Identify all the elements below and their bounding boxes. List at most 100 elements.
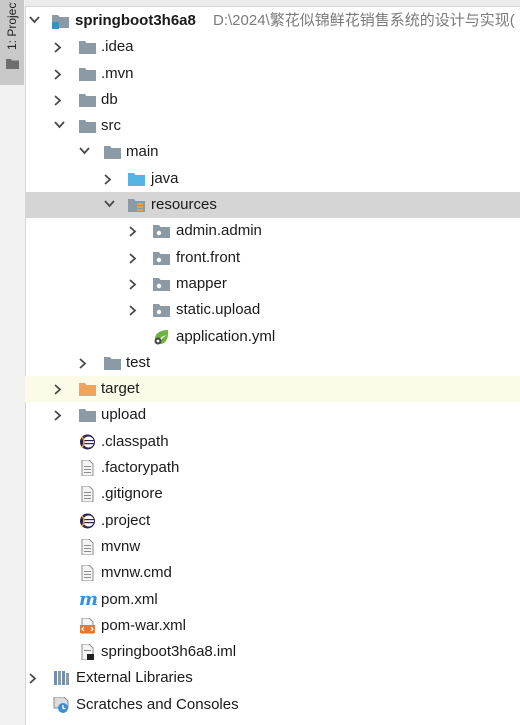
tree-item-label: static.upload: [176, 301, 261, 319]
iml-file-icon: [81, 644, 94, 661]
resources-folder-icon: [128, 199, 145, 213]
tree-row[interactable]: java: [25, 166, 520, 192]
tree-row[interactable]: mvnw.cmd: [25, 560, 520, 586]
tree-row[interactable]: front.front: [25, 245, 520, 271]
folder-icon: [79, 41, 96, 55]
tree-item-label: .project: [101, 511, 151, 529]
source-folder-icon: [128, 172, 145, 186]
text-file-icon: [81, 486, 94, 503]
package-folder-icon: [153, 251, 170, 265]
tree-row[interactable]: mvnw: [25, 534, 520, 560]
tree-item-label: mvnw: [101, 537, 141, 555]
tree-item-label: pom-war.xml: [101, 616, 187, 634]
tree-item-label: front.front: [176, 248, 241, 266]
tree-item-label: .mvn: [101, 64, 134, 82]
tree-row[interactable]: pom-war.xml: [25, 613, 520, 639]
chevron-right-icon[interactable]: [52, 87, 66, 113]
tree-item-label: upload: [101, 406, 147, 424]
spring-config-icon: [154, 329, 169, 345]
scratches-icon: [53, 696, 69, 713]
tree-row-external-libraries[interactable]: External Libraries: [25, 665, 520, 691]
excluded-folder-icon: [79, 383, 96, 397]
chevron-right-icon[interactable]: [27, 665, 41, 691]
package-folder-icon: [153, 277, 170, 291]
tree-row-selected[interactable]: resources: [25, 192, 520, 219]
maven-icon: m: [79, 588, 99, 610]
tree-row[interactable]: src: [25, 113, 520, 139]
tree-item-label: .factorypath: [101, 459, 180, 477]
chevron-down-icon[interactable]: [77, 139, 91, 165]
tree-item-label: .classpath: [101, 432, 169, 450]
project-path: D:\2024\繁花似锦鲜花销售系统的设计与实现(: [213, 12, 515, 29]
folder-icon: [79, 67, 96, 81]
chevron-right-icon[interactable]: [52, 61, 66, 87]
folder-icon: [6, 59, 19, 69]
tree-item-label: admin.admin: [176, 222, 262, 240]
tree-row[interactable]: mapper: [25, 271, 520, 297]
tree-row[interactable]: .mvn: [25, 61, 520, 87]
folder-icon: [79, 120, 96, 134]
project-tree: springboot3h6a8 D:\2024\繁花似锦鲜花销售系统的设计与实现…: [25, 8, 520, 718]
tree-item-label: db: [101, 90, 118, 108]
chevron-right-icon[interactable]: [127, 271, 141, 297]
tree-row[interactable]: .idea: [25, 34, 520, 60]
tree-row[interactable]: application.yml: [25, 324, 520, 350]
tree-row-project-root[interactable]: springboot3h6a8 D:\2024\繁花似锦鲜花销售系统的设计与实现…: [25, 8, 520, 34]
tree-item-label: resources: [151, 196, 217, 214]
tree-item-label: .idea: [101, 38, 134, 56]
tree-item-label: main: [126, 143, 159, 161]
library-icon: [54, 671, 69, 686]
eclipse-icon: [80, 513, 95, 529]
chevron-right-icon[interactable]: [52, 402, 66, 428]
tree-row[interactable]: .gitignore: [25, 481, 520, 507]
eclipse-icon: [80, 434, 95, 450]
text-file-icon: [81, 538, 94, 555]
tree-item-label: mvnw.cmd: [101, 564, 172, 582]
tree-item-label: .gitignore: [101, 485, 163, 503]
chevron-right-icon[interactable]: [52, 34, 66, 60]
xml-file-icon: [80, 617, 95, 634]
package-folder-icon: [153, 304, 170, 318]
chevron-down-icon[interactable]: [27, 8, 41, 34]
chevron-down-icon[interactable]: [52, 113, 66, 139]
tree-row[interactable]: m pom.xml: [25, 587, 520, 613]
tree-row[interactable]: springboot3h6a8.iml: [25, 639, 520, 665]
tree-row[interactable]: upload: [25, 402, 520, 428]
chevron-right-icon[interactable]: [127, 245, 141, 271]
tree-item-label: target: [101, 380, 140, 398]
folder-icon: [104, 356, 121, 370]
tree-row-excluded[interactable]: target: [25, 376, 520, 403]
project-name: springboot3h6a8: [75, 12, 196, 29]
chevron-right-icon[interactable]: [77, 350, 91, 376]
text-file-icon: [81, 565, 94, 582]
tool-window-strip: 1: Project: [0, 0, 26, 725]
tree-row[interactable]: test: [25, 350, 520, 376]
tree-row[interactable]: .classpath: [25, 429, 520, 455]
tree-item-label: springboot3h6a8.iml: [101, 643, 237, 661]
project-tool-tab[interactable]: 1: Project: [0, 0, 24, 85]
folder-icon: [79, 409, 96, 423]
tree-item-label: pom.xml: [101, 590, 158, 608]
chevron-right-icon[interactable]: [102, 166, 116, 192]
tree-row[interactable]: static.upload: [25, 297, 520, 323]
package-folder-icon: [153, 225, 170, 239]
folder-icon: [79, 93, 96, 107]
tree-row[interactable]: .factorypath: [25, 455, 520, 481]
tool-window-header: [25, 0, 520, 7]
chevron-right-icon[interactable]: [127, 218, 141, 244]
tree-item-label: External Libraries: [76, 669, 193, 687]
tree-row[interactable]: .project: [25, 508, 520, 534]
chevron-down-icon[interactable]: [102, 192, 116, 218]
project-tab-label: 1: Project: [5, 2, 19, 50]
tree-row-scratches[interactable]: Scratches and Consoles: [25, 692, 520, 718]
tree-item-label: Scratches and Consoles: [76, 695, 239, 713]
chevron-right-icon[interactable]: [127, 297, 141, 323]
tree-item-label: mapper: [176, 274, 227, 292]
tree-row[interactable]: main: [25, 139, 520, 165]
tree-row[interactable]: admin.admin: [25, 218, 520, 244]
tree-item-label: test: [126, 353, 151, 371]
chevron-right-icon[interactable]: [52, 376, 66, 402]
folder-icon: [104, 146, 121, 160]
tree-item-label: java: [151, 169, 179, 187]
tree-row[interactable]: db: [25, 87, 520, 113]
